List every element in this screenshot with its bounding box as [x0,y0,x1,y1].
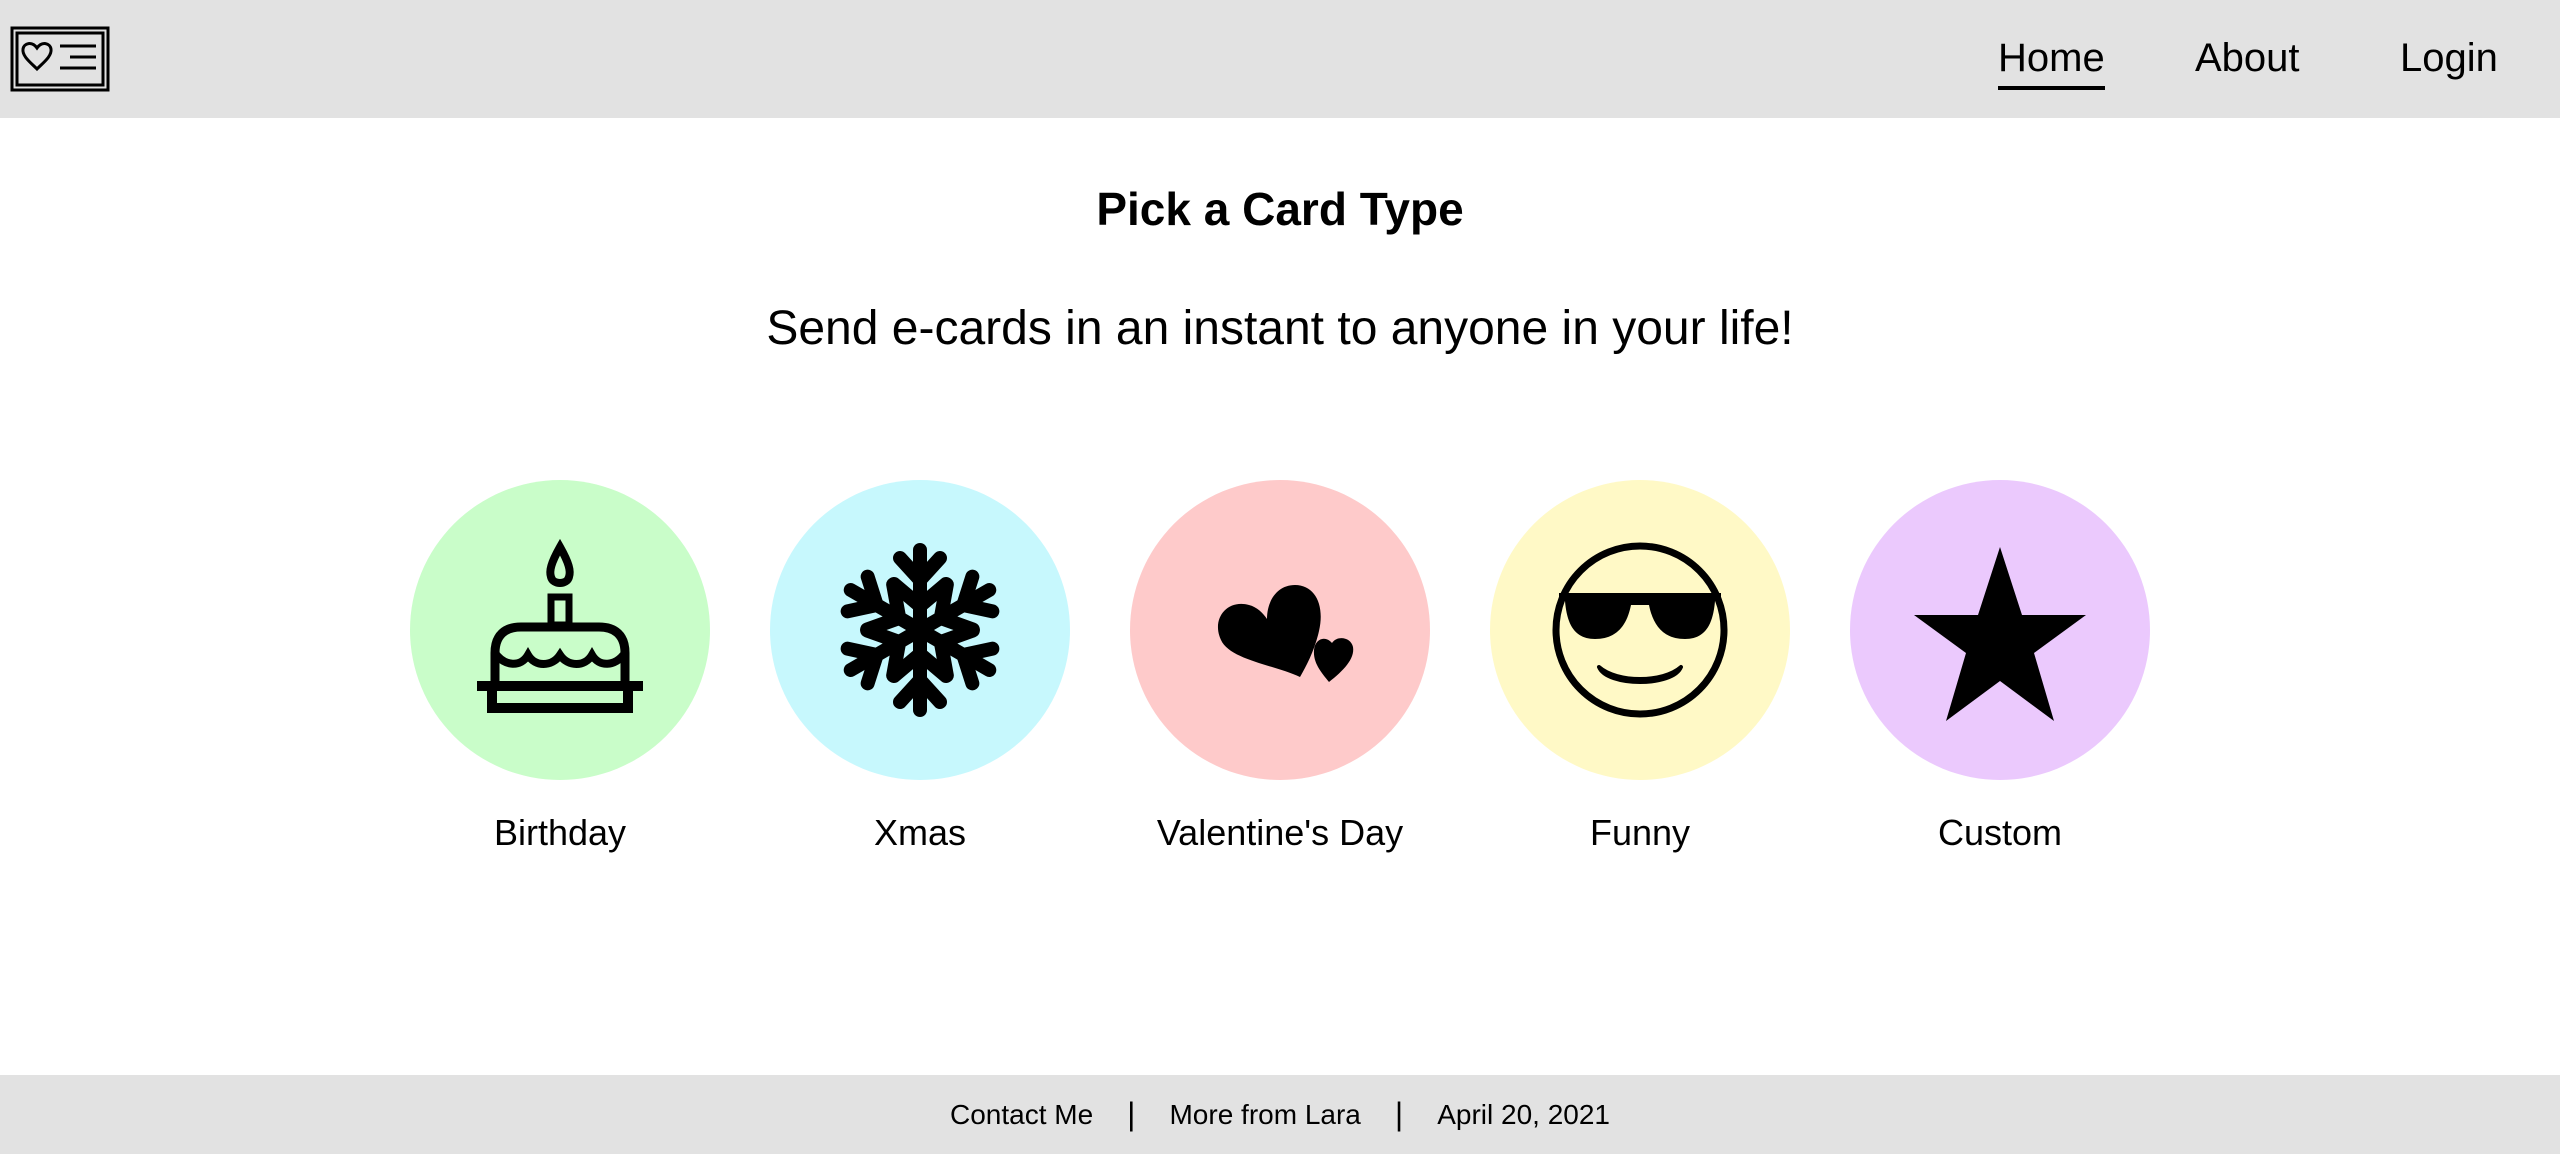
footer-separator: | [1127,1096,1136,1132]
page-subtitle: Send e-cards in an instant to anyone in … [766,302,1794,355]
card-type-birthday[interactable]: Birthday [410,480,710,860]
greeting-card-icon[interactable] [10,26,110,92]
site-header: Home About Login [0,0,2560,118]
card-type-custom[interactable]: Custom [1850,480,2150,860]
card-circle[interactable] [1490,480,1790,780]
card-circle[interactable] [770,480,1070,780]
footer-separator: | [1394,1096,1404,1132]
card-label: Custom [1937,812,2063,853]
footer-date: April 20, 2021 [1437,1098,1610,1130]
sunglasses-smiley-icon [1552,542,1728,718]
birthday-cake-icon [477,538,643,713]
card-label: Funny [1589,812,1691,853]
card-type-valentines-day[interactable]: Valentine's Day [1130,480,1430,860]
card-type-list: Birthday Xmas Valentine's Day Funny Cust… [0,480,2560,860]
hearts-icon [1217,585,1354,682]
site-footer: Contact Me | More from Lara | April 20, … [0,1075,2560,1154]
nav-home-link[interactable]: Home [1998,30,2105,90]
card-circle[interactable] [1130,480,1430,780]
card-circle[interactable] [410,480,710,780]
card-label: Xmas [873,812,967,853]
star-icon [1914,547,2086,721]
nav-login-link[interactable]: Login [2400,30,2498,86]
card-circle[interactable] [1850,480,2150,780]
card-label: Valentine's Day [1156,812,1404,853]
card-label: Birthday [493,812,627,853]
card-type-funny[interactable]: Funny [1490,480,1790,860]
snowflake-icon [840,543,1000,717]
contact-me-link[interactable]: Contact Me [950,1099,1093,1131]
nav-about-link[interactable]: About [2195,30,2300,86]
more-from-lara-link[interactable]: More from Lara [1169,1099,1360,1131]
page-title: Pick a Card Type [1096,183,1464,235]
card-type-xmas[interactable]: Xmas [770,480,1070,860]
